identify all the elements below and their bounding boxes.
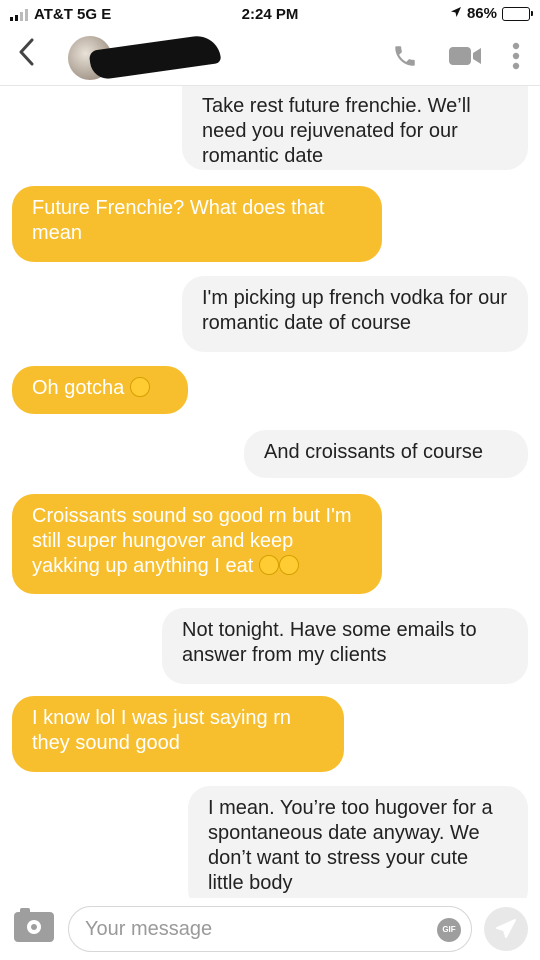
message-outgoing[interactable]: And croissants of course [244,430,528,478]
message-text: Not tonight. Have some emails to answer … [182,619,477,666]
message-text: Oh gotcha [32,377,125,399]
more-options-button[interactable] [512,42,520,75]
message-text: Future Frenchie? What does that mean [32,197,325,244]
call-button[interactable] [392,43,418,74]
back-button[interactable] [18,38,34,74]
camera-icon [20,908,30,913]
message-text: I mean. You’re too hugover for a spontan… [208,797,493,894]
tears-of-joy-emoji-icon [278,555,299,575]
message-text: Take rest future frenchie. We’ll need yo… [202,95,471,167]
video-call-button[interactable] [448,44,482,73]
message-outgoing[interactable]: I'm picking up french vodka for our roma… [182,276,528,352]
message-thread[interactable]: Take rest future frenchie. We’ll need yo… [0,86,540,898]
message-outgoing[interactable]: I mean. You’re too hugover for a spontan… [188,786,528,898]
phone-icon [395,46,415,66]
message-input[interactable] [68,906,472,952]
battery-icon [502,6,533,21]
location-arrow-icon [450,5,462,22]
battery-percent: 86% [466,5,497,22]
message-text: I'm picking up french vodka for our roma… [202,287,508,334]
camera-button[interactable] [14,908,54,942]
more-vertical-icon [512,42,520,70]
message-outgoing[interactable]: Take rest future frenchie. We’ll need yo… [182,86,528,170]
redacted-name [88,33,222,81]
message-text: I know lol I was just saying rn they sou… [32,707,291,754]
message-text: Croissants sound so good rn but I'm stil… [32,505,352,577]
status-bar: AT&T 5G E 2:24 PM 86% [0,0,540,30]
upside-down-face-emoji-icon [258,555,279,575]
message-incoming[interactable]: Future Frenchie? What does that mean [12,186,382,262]
header-actions [392,42,520,75]
tears-of-joy-emoji-icon [129,377,150,397]
message-composer: GIF [0,898,540,960]
message-incoming[interactable]: Croissants sound so good rn but I'm stil… [12,494,382,594]
message-incoming[interactable]: Oh gotcha [12,366,188,414]
status-right: 86% [450,5,533,22]
message-text: And croissants of course [264,441,483,463]
send-icon [496,919,516,938]
message-incoming[interactable]: I know lol I was just saying rn they sou… [12,696,344,772]
gif-button[interactable]: GIF [437,918,461,942]
video-camera-icon [449,47,481,65]
send-button[interactable] [484,907,528,951]
message-outgoing[interactable]: Not tonight. Have some emails to answer … [162,608,528,684]
camera-lens [27,920,41,934]
chat-header [0,28,540,86]
chevron-left-icon [19,38,34,66]
